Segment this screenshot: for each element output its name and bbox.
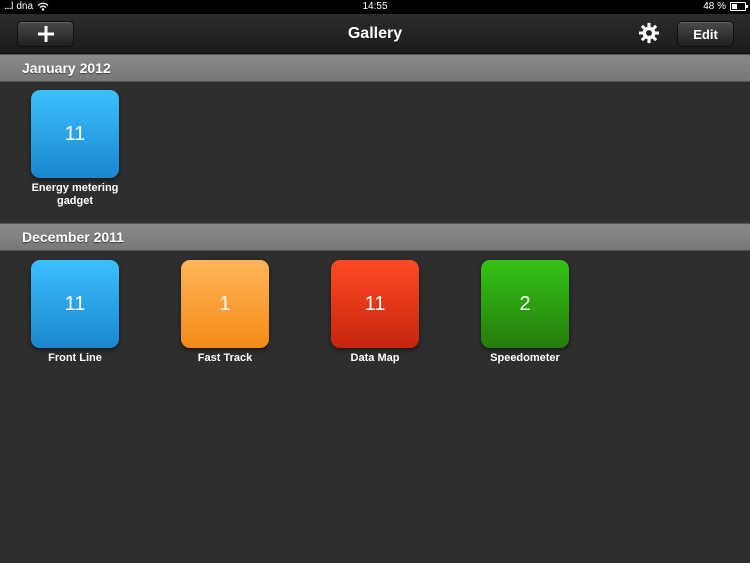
gallery-item-label: Energy metering gadget <box>31 182 119 207</box>
battery-icon <box>730 2 748 11</box>
gallery-item-icon[interactable]: 1 <box>181 260 269 348</box>
status-right: 48 % <box>703 1 748 12</box>
gallery-item-count: 11 <box>64 292 86 315</box>
gallery-item-label: Data Map <box>350 352 400 364</box>
gallery-item-icon[interactable]: 11 <box>31 260 119 348</box>
edit-button[interactable]: Edit <box>677 21 734 47</box>
gallery-item-icon[interactable]: 2 <box>481 260 569 348</box>
gallery-item-icon[interactable]: 11 <box>31 90 119 178</box>
gallery-item-label: Fast Track <box>197 352 253 364</box>
gallery-item-icon[interactable]: 11 <box>331 260 419 348</box>
gallery-item-count: 1 <box>219 292 231 315</box>
gallery-item-energy-metering-gadget[interactable]: 11 Energy metering gadget <box>0 90 150 208</box>
gallery-item-front-line[interactable]: 11 Front Line <box>0 260 150 365</box>
gallery-item-label: Speedometer <box>490 352 560 364</box>
gallery-item-data-map[interactable]: 11 Data Map <box>300 260 450 365</box>
navigation-bar: Gallery Edit <box>0 14 750 54</box>
gallery-item-count: 11 <box>364 292 386 315</box>
settings-gear-icon[interactable] <box>638 22 660 44</box>
gallery-item-count: 2 <box>519 292 531 315</box>
section-header-january-2012: January 2012 <box>0 54 750 82</box>
battery-percent: 48 % <box>703 1 726 12</box>
gallery-item-speedometer[interactable]: 2 Speedometer <box>450 260 600 365</box>
status-bar: ....l dna 14:55 48 % <box>0 0 750 14</box>
status-time: 14:55 <box>362 1 388 12</box>
section-header-december-2011: December 2011 <box>0 223 750 251</box>
gallery-item-label: Front Line <box>48 352 102 364</box>
gallery-item-fast-track[interactable]: 1 Fast Track <box>150 260 300 365</box>
gallery-item-count: 11 <box>64 122 86 145</box>
